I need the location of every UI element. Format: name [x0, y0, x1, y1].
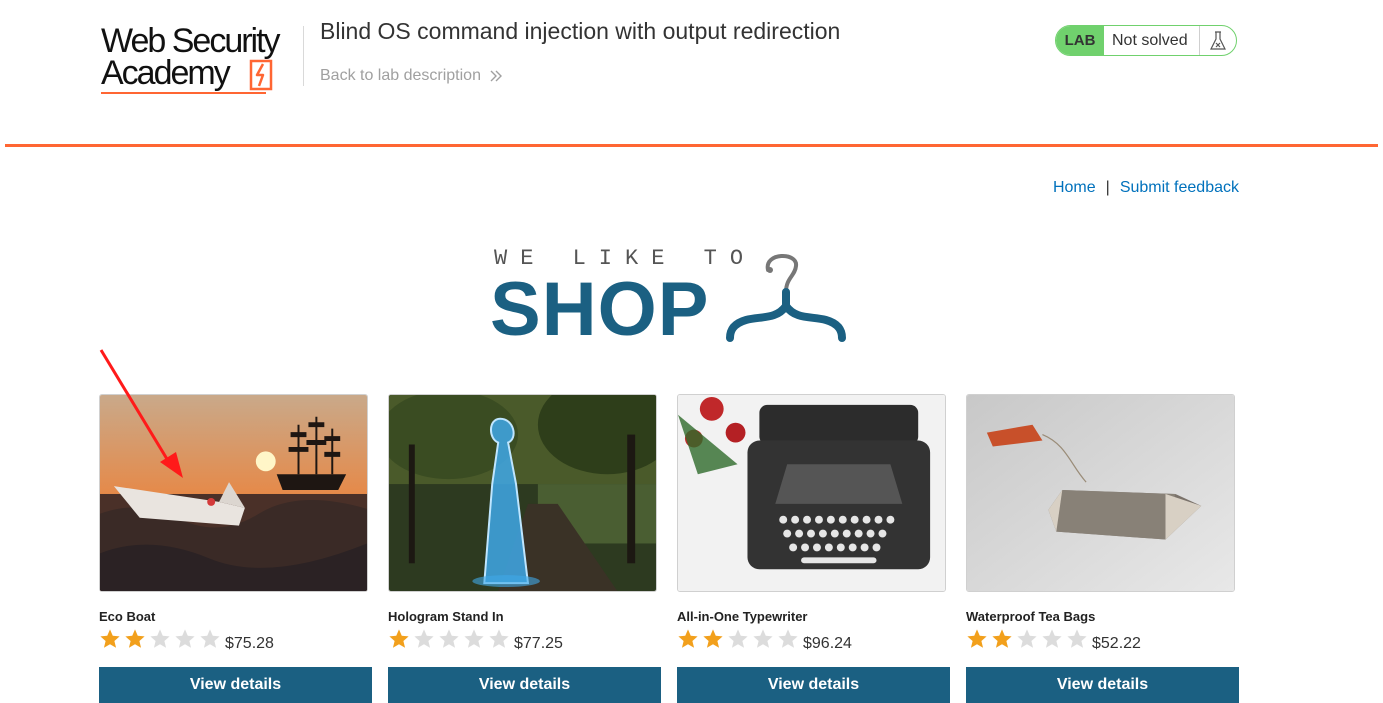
home-link[interactable]: Home	[1053, 179, 1096, 197]
star-empty-icon	[753, 629, 773, 648]
nav-separator: |	[1105, 179, 1110, 196]
logo-text-line1: Web Security	[101, 22, 281, 60]
star-filled-icon	[992, 629, 1012, 648]
star-filled-icon	[100, 629, 120, 648]
product-name: All-in-One Typewriter	[677, 609, 808, 624]
web-security-academy-logo[interactable]: Web Security Academy	[101, 22, 301, 96]
product-price: $52.22	[1092, 635, 1141, 652]
star-filled-icon	[678, 629, 698, 648]
star-empty-icon	[414, 629, 434, 648]
header-divider	[303, 26, 304, 86]
star-empty-icon	[1042, 629, 1062, 648]
product-name: Hologram Stand In	[388, 609, 504, 624]
star-empty-icon	[464, 629, 484, 648]
lightning-logo-icon	[249, 59, 273, 91]
lab-status-badge[interactable]: LAB Not solved	[1055, 25, 1237, 56]
top-navigation: Home | Submit feedback	[1053, 179, 1239, 197]
star-rating	[677, 628, 799, 650]
lab-title: Blind OS command injection with output r…	[320, 18, 841, 44]
product-name: Waterproof Tea Bags	[966, 609, 1096, 624]
clothes-hanger-icon	[726, 253, 846, 342]
shop-hero-logo: WE LIKE TO SHOP	[490, 246, 850, 352]
star-empty-icon	[150, 629, 170, 648]
back-link-label: Back to lab description	[320, 67, 481, 84]
back-to-lab-description-link[interactable]: Back to lab description	[320, 67, 503, 85]
star-empty-icon	[439, 629, 459, 648]
star-empty-icon	[489, 629, 509, 648]
star-rating	[388, 628, 510, 650]
flask-icon	[1199, 26, 1236, 55]
product-price: $96.24	[803, 635, 852, 652]
product-image[interactable]	[388, 394, 657, 592]
star-filled-icon	[703, 629, 723, 648]
star-rating	[99, 628, 221, 650]
star-filled-icon	[389, 629, 409, 648]
product-image[interactable]	[99, 394, 368, 592]
view-details-button[interactable]: View details	[966, 667, 1239, 703]
view-details-button[interactable]: View details	[99, 667, 372, 703]
product-price: $77.25	[514, 635, 563, 652]
star-rating	[966, 628, 1088, 650]
product-name: Eco Boat	[99, 609, 156, 624]
product-image[interactable]	[677, 394, 946, 592]
double-chevron-right-icon	[490, 70, 502, 82]
star-empty-icon	[778, 629, 798, 648]
submit-feedback-link[interactable]: Submit feedback	[1120, 179, 1239, 197]
logo-text-line2: Academy	[101, 54, 231, 92]
star-empty-icon	[728, 629, 748, 648]
product-image[interactable]	[966, 394, 1235, 592]
view-details-button[interactable]: View details	[677, 667, 950, 703]
lab-status-text: Not solved	[1112, 31, 1188, 49]
view-details-button[interactable]: View details	[388, 667, 661, 703]
star-empty-icon	[200, 629, 220, 648]
star-empty-icon	[1067, 629, 1087, 648]
header-orange-rule	[5, 144, 1378, 147]
star-filled-icon	[967, 629, 987, 648]
star-filled-icon	[125, 629, 145, 648]
product-grid: Eco Boat $75.28 View details Hologram St…	[99, 394, 1241, 703]
lab-tag: LAB	[1056, 26, 1104, 55]
hero-brand: SHOP	[490, 267, 710, 352]
star-empty-icon	[175, 629, 195, 648]
product-price: $75.28	[225, 635, 274, 652]
logo-underline	[101, 92, 266, 94]
star-empty-icon	[1017, 629, 1037, 648]
